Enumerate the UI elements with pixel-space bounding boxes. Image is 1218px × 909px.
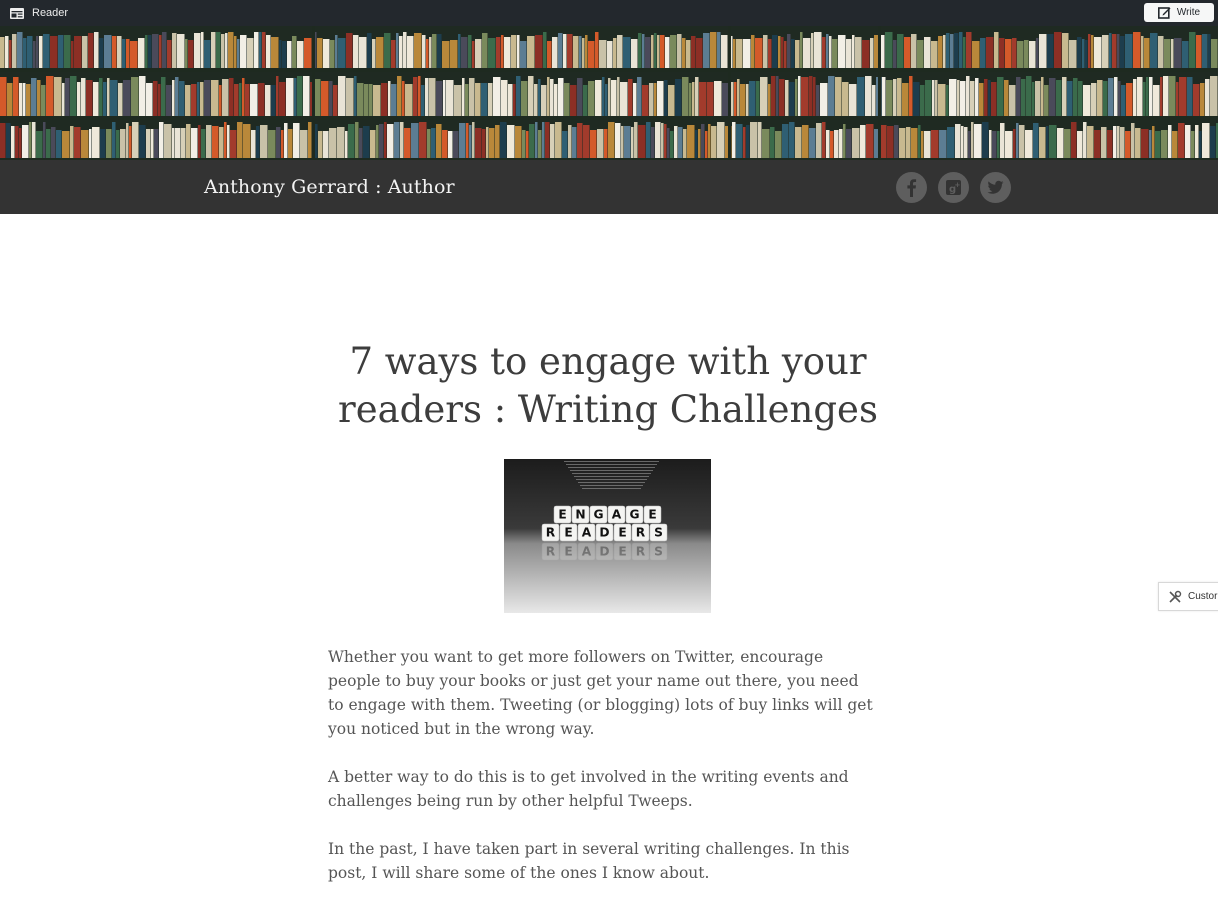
svg-text:R: R xyxy=(636,545,646,559)
post-title: 7 ways to engage with your readers : Wri… xyxy=(338,340,878,431)
svg-text:E: E xyxy=(618,545,626,559)
svg-text:G: G xyxy=(629,508,639,522)
svg-text:+: + xyxy=(955,181,961,189)
svg-text:E: E xyxy=(564,526,572,540)
admin-bar: Reader Write xyxy=(0,0,1218,26)
site-title-bar: Anthony Gerrard : Author g + xyxy=(0,160,1218,214)
engage-readers-image: ENGAGE READERS READERS xyxy=(504,459,711,613)
svg-text:G: G xyxy=(593,508,603,522)
svg-text:E: E xyxy=(564,545,572,559)
svg-text:R: R xyxy=(546,526,556,540)
twitter-icon xyxy=(987,180,1004,194)
write-label: Write xyxy=(1176,7,1201,18)
post-paragraph: A better way to do this is to get involv… xyxy=(328,768,849,810)
svg-text:E: E xyxy=(618,526,626,540)
bookshelf-header-image xyxy=(0,26,1218,160)
svg-text:N: N xyxy=(575,508,585,522)
svg-text:E: E xyxy=(558,508,566,522)
reader-icon xyxy=(10,7,24,19)
svg-text:E: E xyxy=(648,508,656,522)
svg-text:S: S xyxy=(654,545,663,559)
post-body: Whether you want to get more followers o… xyxy=(328,645,873,909)
svg-text:A: A xyxy=(612,508,622,522)
site-title[interactable]: Anthony Gerrard : Author xyxy=(204,176,455,198)
svg-text:R: R xyxy=(636,526,646,540)
svg-text:A: A xyxy=(582,526,592,540)
google-plus-link[interactable]: g + xyxy=(938,172,969,203)
facebook-link[interactable] xyxy=(896,172,927,203)
customize-button[interactable]: Custor xyxy=(1158,582,1218,611)
reader-label: Reader xyxy=(32,7,69,19)
customize-label: Custor xyxy=(1188,591,1218,602)
google-plus-icon: g + xyxy=(946,180,961,195)
svg-text:A: A xyxy=(582,545,592,559)
reader-link[interactable]: Reader xyxy=(10,0,68,26)
post-paragraph: Whether you want to get more followers o… xyxy=(328,648,873,738)
post-paragraph: In the past, I have taken part in severa… xyxy=(328,840,850,882)
tools-icon xyxy=(1169,590,1182,603)
svg-text:D: D xyxy=(599,526,609,540)
pencil-square-icon xyxy=(1157,7,1171,19)
write-button[interactable]: Write xyxy=(1144,3,1214,22)
svg-text:R: R xyxy=(546,545,556,559)
svg-text:D: D xyxy=(599,545,609,559)
svg-text:S: S xyxy=(654,526,663,540)
twitter-link[interactable] xyxy=(980,172,1011,203)
facebook-icon xyxy=(907,179,917,197)
